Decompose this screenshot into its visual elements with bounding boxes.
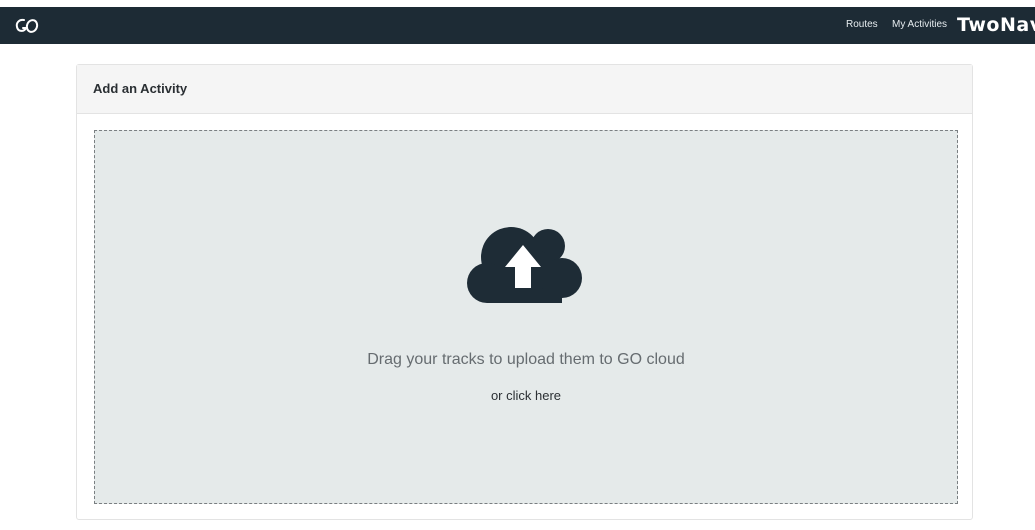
- cloud-upload-icon: [467, 227, 582, 303]
- upload-dropzone[interactable]: Drag your tracks to upload them to GO cl…: [94, 130, 958, 504]
- top-navbar: Routes My Activities TwoNav: [0, 7, 1035, 44]
- brand-logo[interactable]: TwoNav: [957, 14, 1035, 36]
- go-logo-icon[interactable]: [14, 17, 40, 35]
- nav-my-activities-link[interactable]: My Activities: [892, 18, 947, 32]
- panel-header: Add an Activity: [77, 65, 972, 114]
- panel-title: Add an Activity: [93, 81, 188, 96]
- add-activity-panel: Add an Activity Drag your tracks to uplo…: [76, 64, 973, 520]
- drag-instruction-text: Drag your tracks to upload them to GO cl…: [367, 351, 685, 368]
- click-here-link[interactable]: or click here: [95, 388, 957, 404]
- nav-routes-link[interactable]: Routes: [846, 18, 878, 32]
